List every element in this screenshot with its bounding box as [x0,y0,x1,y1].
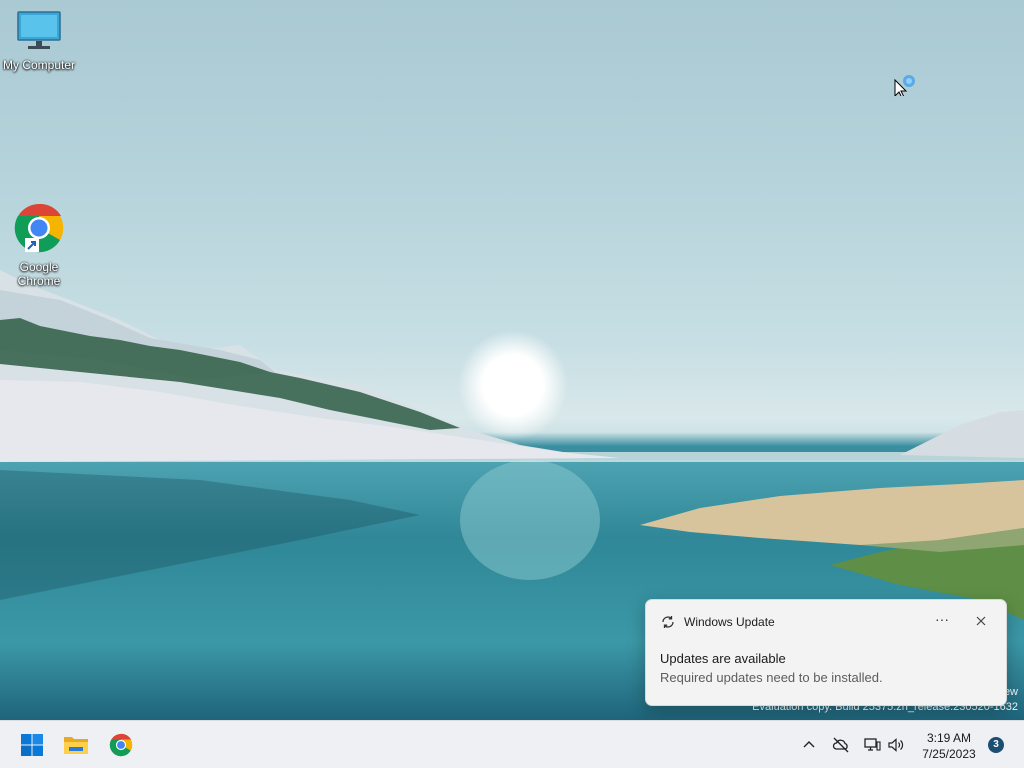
clock-date: 7/25/2023 [922,747,976,761]
monitor-icon [17,11,61,49]
chrome-icon [109,733,133,757]
notification-toast[interactable]: Windows Update ··· Updates are available… [645,599,1007,706]
cloud-offline-icon[interactable] [832,736,850,754]
notification-more-button[interactable]: ··· [931,612,953,630]
folder-icon [64,737,88,754]
taskbar: 3:19 AM 7/25/2023 3 [0,720,1024,768]
desktop-icon-label: My Computer [2,58,76,72]
mouse-cursor-icon [894,75,915,96]
notification-count-badge[interactable]: 3 [988,737,1004,753]
desktop: My Computer Google Chrome ew Evaluation … [0,0,1024,720]
notification-title: Updates are available [660,651,786,666]
file-explorer-button[interactable] [60,729,92,761]
close-icon[interactable] [972,612,990,630]
system-clock[interactable]: 3:19 AM 7/25/2023 [912,730,986,762]
windows-start-icon [21,734,43,756]
start-button[interactable] [16,729,48,761]
chevron-up-icon[interactable] [800,736,818,754]
desktop-icon-label: Google Chrome [17,260,61,288]
chrome-taskbar-button[interactable] [105,729,137,761]
desktop-icon-google-chrome[interactable]: Google Chrome [0,202,78,288]
notification-app-name: Windows Update [684,615,775,629]
notification-header: Windows Update [660,614,775,630]
chrome-icon [14,203,64,253]
clock-time: 3:19 AM [926,731,972,745]
network-icon[interactable] [863,736,881,754]
sync-icon [662,616,674,628]
desktop-icon-my-computer[interactable]: My Computer [0,10,78,72]
notification-body: Required updates need to be installed. [660,670,883,685]
volume-icon[interactable] [887,736,905,754]
